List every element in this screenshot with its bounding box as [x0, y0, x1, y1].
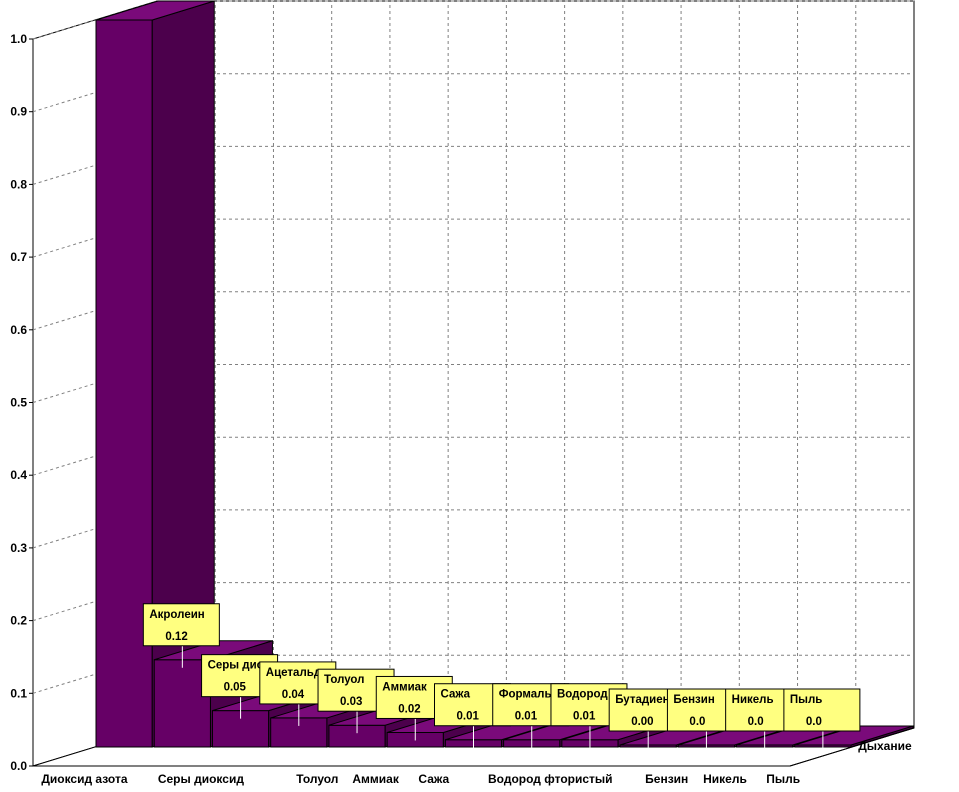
y-tick-label: 0.4: [10, 468, 27, 482]
x-category-label: Пыль: [766, 772, 800, 786]
callout-value: 0.00: [631, 716, 653, 728]
callout-value: 0.01: [573, 711, 596, 723]
x-category-label: Серы диоксид: [158, 772, 244, 786]
x-category-label: Никель: [703, 772, 747, 786]
y-tick-label: 0.9: [10, 105, 27, 119]
callout-name: Бутадиен: [615, 694, 669, 706]
x-category-label: Водород фтористый: [488, 772, 613, 786]
y-tick-label: 0.3: [10, 541, 27, 555]
callout-value: 0.01: [515, 711, 538, 723]
chart: 0.0 0.1 0.2 0.3 0.4 0.5 0.6 0.7 0.8 0.9 1.0 Диоксид…: [0, 0, 959, 787]
y-tick-label: 0.1: [10, 686, 27, 700]
y-tick-label: 1.0: [10, 32, 27, 46]
callout-value: 0.0: [806, 716, 822, 728]
callout-value: 0.05: [224, 682, 247, 694]
callout-name: Толуол: [324, 674, 364, 686]
y-tick-label: 0.2: [10, 614, 27, 628]
x-category-label: Диоксид азота: [41, 772, 128, 786]
callout-value: 0.02: [398, 703, 420, 715]
callout-value: 0.0: [748, 716, 764, 728]
y-tick-label: 0.6: [10, 323, 27, 337]
callout-value: 0.01: [457, 711, 480, 723]
y-tick-label: 0.8: [10, 177, 27, 191]
y-tick-label: 0.0: [10, 759, 27, 773]
callout-value: 0.04: [282, 689, 305, 701]
bar-chart-3d: 0.0 0.1 0.2 0.3 0.4 0.5 0.6 0.7 0.8 0.9 1.0 Диоксид…: [10, 0, 915, 786]
callout-value: 0.03: [340, 696, 362, 708]
callout-value: 0.0: [689, 716, 705, 728]
x-category-label: Бензин: [645, 772, 688, 786]
callout-name: Бензин: [673, 694, 714, 706]
callout-value: 0.12: [165, 631, 187, 643]
y-tick-label: 0.7: [10, 250, 27, 264]
callout-name: Пыль: [790, 694, 822, 706]
x-category-label: Аммиак: [352, 772, 399, 786]
callout-name: Аммиак: [382, 681, 427, 693]
callout-name: Сажа: [441, 689, 471, 701]
x-category-label: Толуол: [296, 772, 338, 786]
x-category-label: Сажа: [418, 772, 449, 786]
y-tick-label: 0.5: [10, 396, 27, 410]
depth-label: Дыхание: [858, 739, 912, 753]
callout-name: Никель: [732, 694, 774, 706]
callout-name: Акролеин: [149, 609, 204, 621]
